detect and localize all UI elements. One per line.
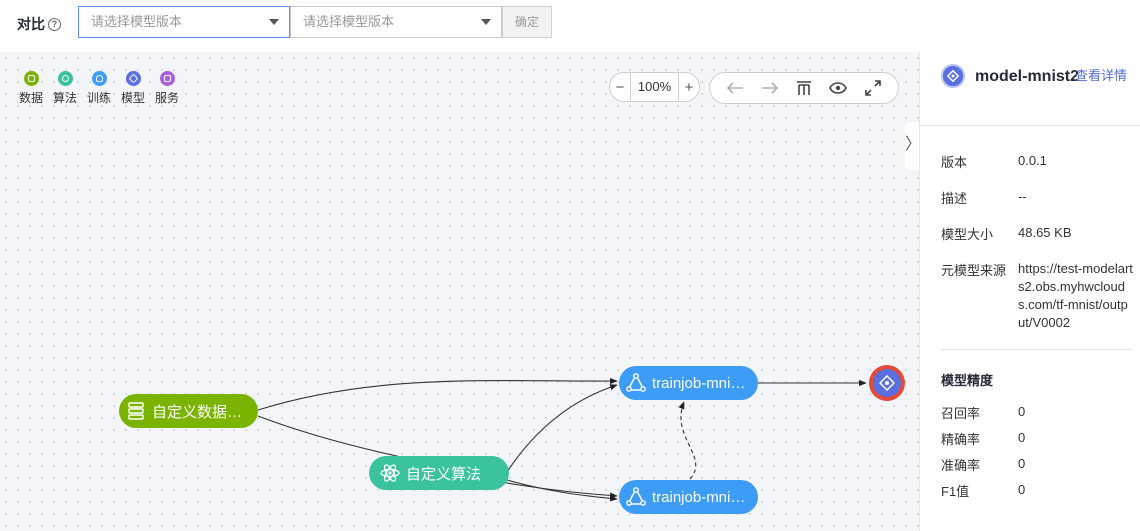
lineage-node-training-2[interactable]: trainjob-mni… — [619, 480, 758, 514]
panel-header: model-mnist2 查看详情 — [920, 52, 1140, 126]
metric-key: 精确率 — [941, 432, 981, 447]
compare-bar: 对比 ? 请选择模型版本 请选择模型版本 确定 — [0, 0, 1140, 50]
field-row-source: 元模型来源 https://test-modelarts2.obs.myhwcl… — [941, 260, 1133, 332]
model-version-select-1[interactable]: 请选择模型版本 — [78, 6, 290, 38]
select-1-placeholder: 请选择模型版本 — [91, 14, 183, 29]
chevron-down-icon — [481, 19, 491, 25]
confirm-button[interactable]: 确定 — [502, 6, 552, 38]
select-2-placeholder: 请选择模型版本 — [303, 14, 395, 29]
metric-value: 0 — [1018, 482, 1026, 497]
node-label: trainjob-mni… — [652, 374, 746, 392]
edge-algo-train2 — [506, 479, 618, 502]
metric-value: 0 — [1018, 404, 1026, 419]
divider — [941, 349, 1133, 350]
node-label: 自定义数据… — [152, 403, 243, 421]
accuracy-section-title: 模型精度 — [941, 373, 994, 388]
node-label: trainjob-mni… — [652, 488, 746, 506]
compare-label: 对比 ? — [17, 14, 61, 34]
field-row-model-size: 模型大小 48.65 KB — [941, 224, 1133, 243]
edge-data-train1 — [257, 377, 618, 411]
field-value: 0.0.1 — [1018, 153, 1047, 168]
field-key: 模型大小 — [941, 227, 994, 242]
edge-train2-train1-dashed — [678, 401, 697, 480]
edge-algo-train1 — [506, 384, 618, 473]
metric-value: 0 — [1018, 430, 1026, 445]
training-icon — [625, 486, 647, 508]
field-value: https://test-modelarts2.obs.myhwclouds.c… — [1018, 261, 1133, 330]
compare-label-text: 对比 — [17, 16, 45, 32]
model-icon — [941, 64, 965, 88]
lineage-node-model[interactable] — [869, 365, 905, 401]
training-icon — [625, 372, 647, 394]
lineage-node-training-1[interactable]: trainjob-mni… — [619, 366, 758, 400]
field-key: 元模型来源 — [941, 263, 1007, 278]
panel-collapse-toggle[interactable]: 〉 — [905, 122, 921, 170]
chevron-down-icon — [269, 19, 279, 25]
model-version-select-2[interactable]: 请选择模型版本 — [290, 6, 502, 38]
question-circle-icon[interactable]: ? — [48, 17, 61, 31]
metric-key: 准确率 — [941, 458, 981, 473]
atom-icon — [379, 462, 401, 484]
field-row-version: 版本 0.0.1 — [941, 152, 1133, 171]
metric-key: 召回率 — [941, 406, 981, 421]
view-details-link[interactable]: 查看详情 — [1075, 65, 1127, 84]
field-key: 版本 — [941, 155, 968, 170]
data-icon — [125, 400, 147, 422]
field-value: -- — [1018, 189, 1027, 204]
metric-row-accuracy: 准确率 0 — [941, 455, 1133, 474]
field-value: 48.65 KB — [1018, 225, 1072, 240]
metric-key: F1值 — [941, 484, 970, 499]
metric-row-f1: F1值 0 — [941, 481, 1133, 500]
lineage-canvas[interactable]: 数据 算法 训练 模型 服务 − 100% + 自定义数据… 自定义算法 tra… — [0, 52, 919, 531]
node-label: 自定义算法 — [406, 465, 482, 483]
metric-row-recall: 召回率 0 — [941, 403, 1133, 422]
panel-title: model-mnist2 — [975, 68, 1080, 85]
app-root: 对比 ? 请选择模型版本 请选择模型版本 确定 数据 算法 训练 模型 服务 −… — [0, 0, 1140, 531]
model-detail-panel: model-mnist2 查看详情 版本 0.0.1 描述 -- 模型大小 48… — [919, 52, 1140, 531]
model-icon — [873, 369, 901, 397]
lineage-node-data[interactable]: 自定义数据… — [119, 394, 258, 428]
metric-row-precision: 精确率 0 — [941, 429, 1133, 448]
field-key: 描述 — [941, 191, 968, 206]
lineage-node-algorithm[interactable]: 自定义算法 — [369, 456, 509, 490]
metric-value: 0 — [1018, 456, 1026, 471]
field-row-description: 描述 -- — [941, 188, 1133, 207]
